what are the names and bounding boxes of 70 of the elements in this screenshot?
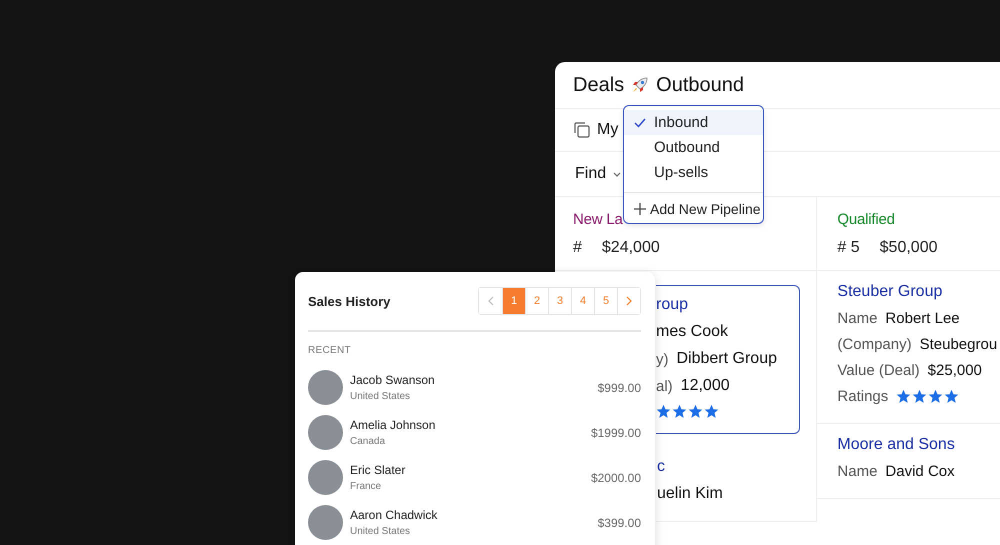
star-icon bbox=[656, 404, 671, 419]
page-title: Deals bbox=[573, 74, 624, 96]
view-selector[interactable]: My bbox=[597, 121, 618, 139]
find-button[interactable]: Find bbox=[575, 165, 606, 183]
pipeline-option[interactable]: Inbound bbox=[624, 110, 763, 135]
field-value: 12,000 bbox=[680, 377, 730, 395]
field-value: David Cox bbox=[885, 463, 955, 480]
field-label: al) bbox=[656, 378, 673, 394]
deal-card[interactable]: c uelin Kim bbox=[656, 446, 816, 522]
stage-total: $50,000 bbox=[880, 239, 938, 257]
avatar-placeholder bbox=[308, 460, 343, 495]
field-value: Robert Lee bbox=[885, 310, 960, 327]
stage-total: $24,000 bbox=[602, 239, 660, 257]
pipeline-title[interactable]: Outbound bbox=[656, 74, 744, 96]
copy-icon bbox=[573, 121, 591, 139]
avatar-placeholder bbox=[308, 415, 343, 450]
field-value: uelin Kim bbox=[657, 485, 723, 503]
chevron-right-icon bbox=[625, 296, 633, 306]
company-link[interactable]: c bbox=[657, 458, 816, 476]
add-pipeline-button[interactable]: Add New Pipeline bbox=[624, 192, 763, 217]
field-label: (Company) bbox=[837, 336, 912, 353]
customer-country: United States bbox=[350, 526, 412, 537]
sale-amount: $999.00 bbox=[598, 380, 641, 394]
customer-name: Aaron Chadwick bbox=[350, 508, 438, 522]
star-icon bbox=[672, 404, 687, 419]
checkmark-icon bbox=[634, 118, 646, 128]
company-link[interactable]: Moore and Sons bbox=[837, 436, 1000, 454]
stage-title: New La bbox=[573, 211, 624, 228]
field-label: Name bbox=[837, 310, 878, 327]
section-label: RECENT bbox=[308, 345, 352, 356]
sale-amount: $399.00 bbox=[598, 516, 641, 530]
customer-name: Amelia Johnson bbox=[350, 418, 436, 432]
field-value: mes Cook bbox=[656, 323, 728, 341]
avatar-placeholder bbox=[308, 505, 343, 540]
avatar-placeholder bbox=[308, 370, 343, 405]
customer-name: Jacob Swanson bbox=[350, 373, 436, 387]
next-page-button[interactable] bbox=[617, 288, 640, 314]
sale-amount: $2000.00 bbox=[590, 470, 641, 484]
field-label: y) bbox=[656, 350, 668, 368]
star-icon bbox=[896, 389, 912, 404]
deal-card[interactable]: Moore and Sons Name David Cox bbox=[817, 424, 1000, 499]
rocket-icon bbox=[630, 75, 650, 95]
plus-icon bbox=[634, 203, 646, 215]
card-title: Sales History bbox=[308, 294, 390, 308]
star-icon bbox=[928, 389, 944, 404]
deal-card[interactable]: roup mes Cook y) Dibbert Group al) 12,000 bbox=[656, 285, 800, 434]
company-link[interactable]: roup bbox=[656, 296, 800, 314]
customer-name: Eric Slater bbox=[350, 463, 406, 477]
star-icon bbox=[912, 389, 928, 404]
customer-country: France bbox=[350, 481, 382, 492]
pipeline-option[interactable]: Outbound bbox=[624, 135, 763, 160]
stage-title: Qualified bbox=[837, 211, 896, 228]
deal-card[interactable]: Steuber Group Name Robert Lee (Company) Steubegrou Value (Deal) $25,000 Ratings bbox=[817, 271, 1000, 424]
star-icon bbox=[704, 404, 719, 419]
star-icon bbox=[944, 389, 960, 404]
field-label: Name bbox=[837, 463, 878, 480]
company-link[interactable]: Steuber Group bbox=[837, 283, 1000, 301]
field-value: Dibbert Group bbox=[676, 350, 777, 368]
deal-count: # 5 bbox=[837, 239, 860, 257]
chevron-left-icon bbox=[486, 296, 494, 306]
deal-count: # bbox=[573, 239, 582, 257]
customer-country: Canada bbox=[350, 436, 386, 447]
field-value: $25,000 bbox=[928, 362, 982, 379]
field-label: Value (Deal) bbox=[837, 362, 920, 379]
field-value: Steubegrou bbox=[920, 336, 998, 353]
pipeline-option[interactable]: Up-sells bbox=[624, 160, 763, 185]
sale-amount: $1999.00 bbox=[590, 426, 641, 440]
field-label: Ratings bbox=[837, 388, 888, 405]
customer-country: United States bbox=[350, 391, 412, 402]
star-icon bbox=[688, 404, 703, 419]
